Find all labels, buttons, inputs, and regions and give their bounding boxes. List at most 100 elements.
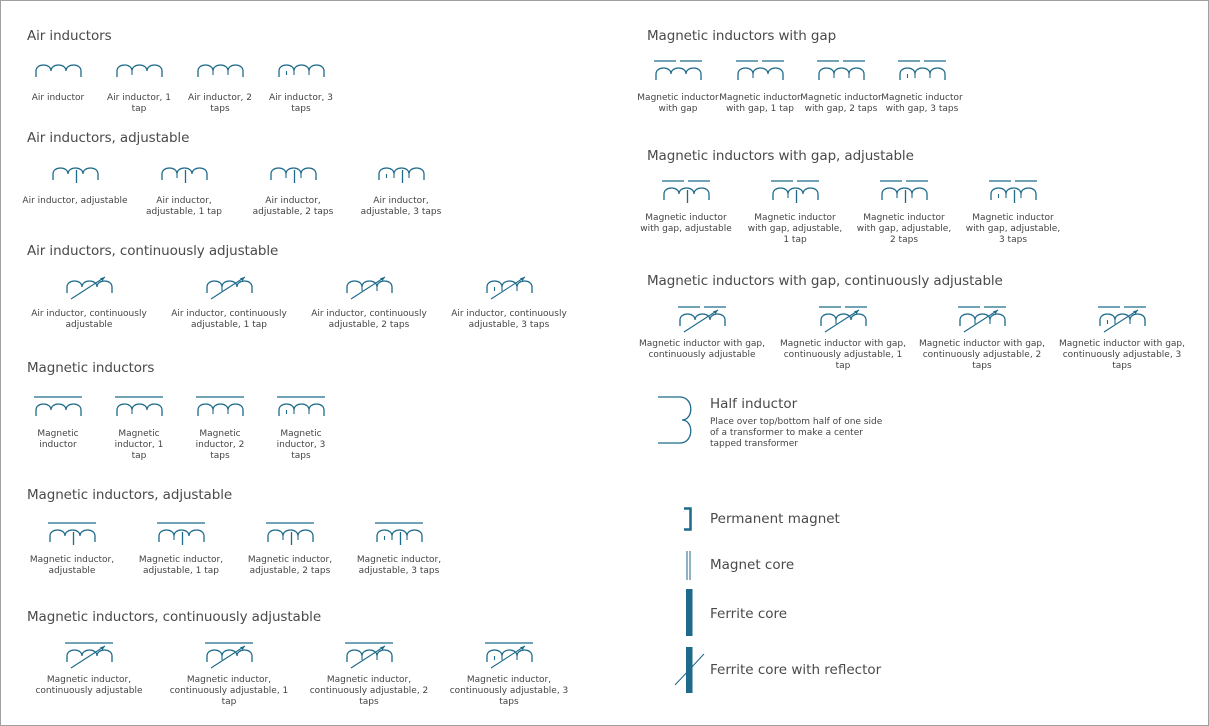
shape-label: Air inductor, adjustable, 3 taps <box>360 196 442 217</box>
shape-label: Magnetic inductor with gap, 1 tap <box>719 93 801 114</box>
inductor-icon <box>157 522 205 545</box>
shape-label: Magnetic inductor with gap, continuously… <box>639 339 765 360</box>
shape-air-inductor-adjustable-2-taps[interactable]: Air inductor, adjustable, 2 taps <box>241 162 345 218</box>
section-title-air-inductors-adjustable: Air inductors, adjustable <box>27 130 190 146</box>
shape-label: Air inductor, 3 taps <box>269 93 333 114</box>
shape-magnetic-inductor[interactable]: Magnetic inductor <box>18 395 98 451</box>
shape-magnetic-inductor-adjustable-1-tap[interactable]: Magnetic inductor, adjustable, 1 tap <box>129 521 233 577</box>
shape-magnetic-inductor-with-gap-1-tap[interactable]: Magnetic inductor with gap, 1 tap <box>719 59 801 115</box>
section-title-air-inductors: Air inductors <box>27 28 112 44</box>
adjust-arrow-line <box>824 309 860 333</box>
stencil-canvas: Air inductors Air inductor Air inductor,… <box>0 0 1209 726</box>
shape-label: Magnetic inductor, continuously adjustab… <box>449 675 569 707</box>
adjust-arrow-line <box>1103 309 1139 333</box>
shape-label: Air inductor, continuously adjustable, 3… <box>451 309 567 330</box>
inductor-icon <box>678 306 726 333</box>
section-title-magnetic-inductors-adjustable: Magnetic inductors, adjustable <box>27 487 233 503</box>
inductor-icon <box>266 522 314 545</box>
shape-magnetic-inductor-with-gap-adjustable[interactable]: Magnetic inductor with gap, adjustable <box>636 179 736 235</box>
shape-magnetic-inductor-adjustable-3-taps[interactable]: Magnetic inductor, adjustable, 3 taps <box>347 521 451 577</box>
shape-magnetic-inductor-adjustable-2-taps[interactable]: Magnetic inductor, adjustable, 2 taps <box>238 521 342 577</box>
shape-label: Magnetic inductor, continuously adjustab… <box>35 675 143 696</box>
adjust-arrow-line <box>350 276 386 300</box>
inductor-icon <box>989 180 1037 203</box>
shape-air-inductor-1-tap[interactable]: Air inductor, 1 tap <box>99 59 179 115</box>
shape-magnetic-inductor-with-gap-adjustable-1-tap[interactable]: Magnetic inductor with gap, adjustable, … <box>745 179 845 246</box>
shape-magnetic-inductor-1-tap[interactable]: Magnetic inductor, 1 tap <box>99 395 179 462</box>
shape-magnetic-inductor-continuously-adjustable-2-taps[interactable]: Magnetic inductor, continuously adjustab… <box>304 641 434 708</box>
shape-magnetic-inductor-with-gap-3-taps[interactable]: Magnetic inductor with gap, 3 taps <box>881 59 963 115</box>
coil <box>278 403 325 416</box>
shape-air-inductor-continuously-adjustable-1-tap[interactable]: Air inductor, continuously adjustable, 1… <box>169 275 289 331</box>
inductor-icon <box>34 396 82 416</box>
section-title-magnetic-inductors-with-gap-continuously-adjustable: Magnetic inductors with gap, continuousl… <box>647 273 1003 289</box>
shape-label: Magnetic inductor, continuously adjustab… <box>169 675 289 707</box>
shape-label: Magnetic inductor, 1 tap <box>114 429 164 461</box>
inductor-icon <box>277 396 325 416</box>
shape-air-inductor-continuously-adjustable-3-taps[interactable]: Air inductor, continuously adjustable, 3… <box>449 275 569 331</box>
shape-magnetic-inductor-2-taps[interactable]: Magnetic inductor, 2 taps <box>180 395 260 462</box>
ferrite-core-reflector-icon <box>674 647 705 693</box>
coil <box>990 187 1037 200</box>
shape-magnetic-inductor-continuously-adjustable[interactable]: Magnetic inductor, continuously adjustab… <box>29 641 149 697</box>
shape-magnetic-inductor-3-taps[interactable]: Magnetic inductor, 3 taps <box>261 395 341 462</box>
inductor-icon <box>345 642 393 669</box>
shape-label: Magnetic inductor with gap, continuously… <box>780 339 906 371</box>
shape-label: Magnetic inductor with gap, adjustable, … <box>747 213 843 245</box>
adjust-arrow-line <box>963 309 999 333</box>
shape-air-inductor-continuously-adjustable[interactable]: Air inductor, continuously adjustable <box>29 275 149 331</box>
shape-magnetic-inductor-continuously-adjustable-3-taps[interactable]: Magnetic inductor, continuously adjustab… <box>444 641 574 708</box>
inductor-icon <box>880 180 928 203</box>
shape-magnetic-inductor-with-gap-adjustable-3-taps[interactable]: Magnetic inductor with gap, adjustable, … <box>963 179 1063 246</box>
coil <box>899 67 946 80</box>
shape-magnetic-inductor-with-gap-continuously-adjustable-2-taps[interactable]: Magnetic inductor with gap, continuously… <box>917 305 1047 372</box>
shape-magnetic-inductor-with-gap-continuously-adjustable-3-taps[interactable]: Magnetic inductor with gap, continuously… <box>1057 305 1187 372</box>
shape-air-inductor-2-taps[interactable]: Air inductor, 2 taps <box>180 59 260 115</box>
ferrite-core-icon <box>686 589 693 636</box>
shape-air-inductor-adjustable-3-taps[interactable]: Air inductor, adjustable, 3 taps <box>349 162 453 218</box>
inductor-icon <box>486 276 533 300</box>
inductor-icon <box>205 642 253 669</box>
inductor-icon <box>1098 306 1146 333</box>
coil <box>158 529 205 542</box>
coil <box>49 529 96 542</box>
shape-magnetic-inductor-with-gap-2-taps[interactable]: Magnetic inductor with gap, 2 taps <box>800 59 882 115</box>
shape-air-inductor-adjustable[interactable]: Air inductor, adjustable <box>19 162 131 207</box>
shape-label: Magnetic inductor, adjustable, 2 taps <box>247 555 333 576</box>
shape-label: Magnetic inductor with gap, adjustable, … <box>856 213 952 245</box>
inductor-icon <box>48 522 96 545</box>
shape-air-inductor[interactable]: Air inductor <box>18 59 98 104</box>
shape-magnet-core[interactable] <box>685 551 695 581</box>
magnet-core-title: Magnet core <box>710 557 795 573</box>
shape-half-inductor[interactable] <box>656 396 696 446</box>
shape-magnetic-inductor-with-gap[interactable]: Magnetic inductor with gap <box>637 59 719 115</box>
coil <box>161 167 208 180</box>
coil <box>818 67 865 80</box>
coil <box>663 187 710 200</box>
shape-magnetic-inductor-continuously-adjustable-1-tap[interactable]: Magnetic inductor, continuously adjustab… <box>161 641 297 708</box>
shape-permanent-magnet[interactable] <box>681 507 697 531</box>
shape-label: Magnetic inductor with gap, 2 taps <box>800 93 882 114</box>
shape-label: Magnetic inductor with gap, adjustable, … <box>965 213 1061 245</box>
coil <box>378 167 425 180</box>
shape-air-inductor-adjustable-1-tap[interactable]: Air inductor, adjustable, 1 tap <box>132 162 236 218</box>
shape-label: Magnetic inductor, adjustable, 3 taps <box>356 555 442 576</box>
inductor-icon <box>66 276 113 300</box>
inductor-icon <box>898 60 946 80</box>
shape-magnetic-inductor-with-gap-continuously-adjustable[interactable]: Magnetic inductor with gap, continuously… <box>637 305 767 361</box>
shape-label: Air inductor <box>31 93 85 103</box>
shape-ferrite-core[interactable] <box>685 589 695 637</box>
shape-air-inductor-3-taps[interactable]: Air inductor, 3 taps <box>261 59 341 115</box>
adjust-arrow-line <box>210 645 246 669</box>
coil <box>278 64 325 77</box>
shape-magnetic-inductor-with-gap-continuously-adjustable-1-tap[interactable]: Magnetic inductor with gap, continuously… <box>775 305 911 372</box>
shape-magnetic-inductor-adjustable[interactable]: Magnetic inductor, adjustable <box>22 521 122 577</box>
adjust-arrow-line <box>350 645 386 669</box>
shape-air-inductor-continuously-adjustable-2-taps[interactable]: Air inductor, continuously adjustable, 2… <box>309 275 429 331</box>
inductor-icon <box>278 64 325 77</box>
coil <box>270 167 317 180</box>
shape-ferrite-core-with-reflector[interactable] <box>673 646 707 694</box>
shape-label: Magnetic inductor <box>37 429 79 450</box>
inductor-icon <box>206 276 253 300</box>
shape-magnetic-inductor-with-gap-adjustable-2-taps[interactable]: Magnetic inductor with gap, adjustable, … <box>854 179 954 246</box>
